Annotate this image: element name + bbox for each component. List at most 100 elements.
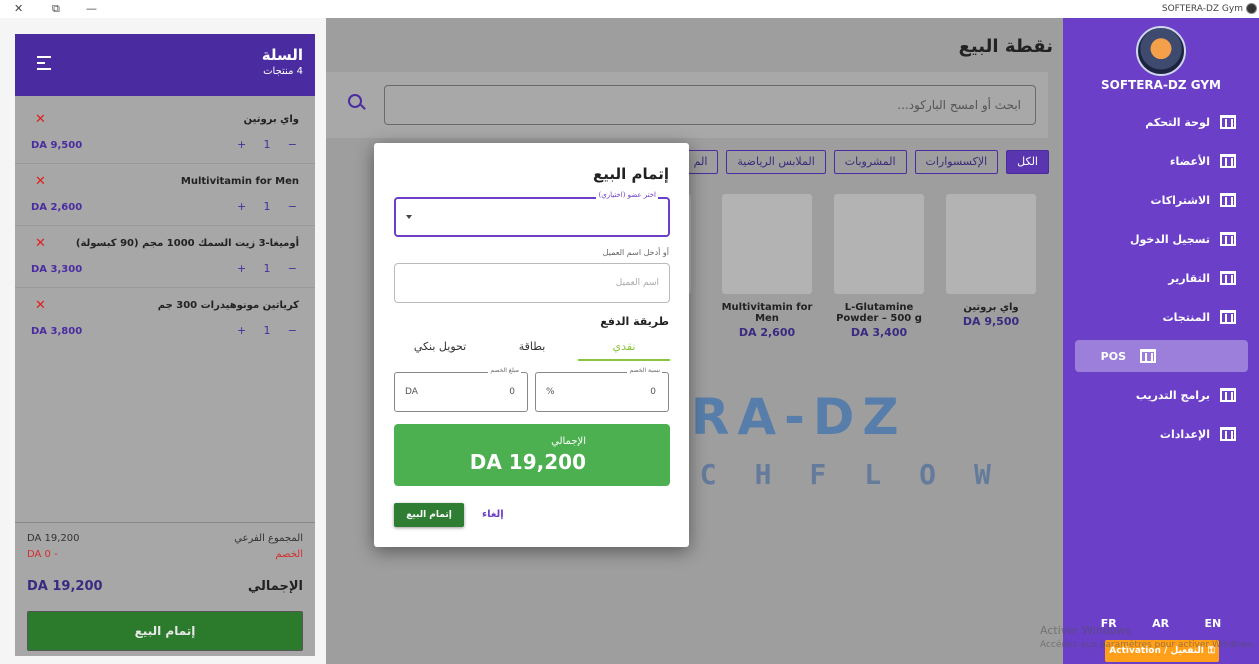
category-sportswear[interactable]: الملابس الرياضية <box>726 150 826 174</box>
cart-item: ✕ Multivitamin for Men DA 2,600 +1 − <box>15 164 315 226</box>
sidebar-item-check-in[interactable]: تسجيل الدخول <box>1075 223 1248 255</box>
quantity-value: 1 <box>263 138 271 151</box>
increase-icon[interactable]: + <box>237 138 246 151</box>
minimize-window-button[interactable]: — <box>86 2 97 15</box>
app-root: نقطة البيع ابحث أو امسح الباركود... الكل… <box>0 18 1259 664</box>
dashboard-icon <box>1220 115 1236 129</box>
cart-summary: المجموع الفرعي DA 19,200 الخصم - DA 0 ال… <box>15 522 315 656</box>
sidebar-item-label: تسجيل الدخول <box>1129 232 1210 246</box>
cart-panel: السلة 4 منتجات ✕ واي بروتين DA 9,500 +1 −… <box>15 34 315 656</box>
category-filters: الكل الإكسسوارات المشروبات الملابس الريا… <box>682 150 1049 174</box>
cart-item-price: DA 9,500 <box>31 140 83 151</box>
dialog-total-value: DA 19,200 <box>469 450 586 474</box>
product-name: واي بروتين <box>963 302 1019 313</box>
sidebar-item-reports[interactable]: التقارير <box>1075 262 1248 294</box>
product-card[interactable]: واي بروتين DA 9,500 <box>936 194 1046 328</box>
product-image <box>834 194 924 294</box>
discount-percent-label: نسبة الخصم <box>627 367 662 374</box>
sidebar-item-label: المنتجات <box>1162 310 1210 324</box>
member-select-label: اختر عضو (اختياري) <box>596 191 658 199</box>
customer-name-input[interactable]: اسم العميل <box>394 263 670 303</box>
product-price: DA 9,500 <box>962 315 1020 328</box>
remove-item-icon[interactable]: ✕ <box>35 174 46 189</box>
quantity-stepper: +1 − <box>237 200 297 213</box>
sidebar-item-label: الأعضاء <box>1169 154 1210 168</box>
quantity-value: 1 <box>263 262 271 275</box>
discount-row: الخصم - DA 0 <box>27 549 303 560</box>
member-select[interactable]: اختر عضو (اختياري) <box>394 191 670 237</box>
complete-sale-dialog: إتمام البيع اختر عضو (اختياري) أو أدخل ا… <box>374 143 689 547</box>
increase-icon[interactable]: + <box>237 262 246 275</box>
product-image <box>946 194 1036 294</box>
page-title: نقطة البيع <box>958 36 1053 57</box>
sidebar-item-pos[interactable]: POS <box>1075 340 1248 372</box>
products-icon <box>1220 310 1236 324</box>
category-drinks[interactable]: المشروبات <box>833 150 907 174</box>
confirm-sale-button[interactable]: إتمام البيع <box>394 503 464 527</box>
search-icon[interactable] <box>348 94 362 108</box>
cart-item-price: DA 3,800 <box>31 326 83 337</box>
decrease-icon[interactable]: − <box>288 324 297 337</box>
sidebar-item-training-programs[interactable]: برامج التدريب <box>1075 379 1248 411</box>
cart-item: ✕ أوميغا-3 زيت السمك 1000 مجم (90 كبسولة… <box>15 226 315 288</box>
cart-item-name: كرياتين مونوهيدرات 300 جم <box>157 300 299 311</box>
increase-icon[interactable]: + <box>237 200 246 213</box>
quantity-value: 1 <box>263 324 271 337</box>
window-title: SOFTERA-DZ Gym <box>1161 4 1243 14</box>
cart-item: ✕ كرياتين مونوهيدرات 300 جم DA 3,800 +1 − <box>15 288 315 350</box>
discount-label: الخصم <box>275 549 303 560</box>
customer-name-label: أو أدخل اسم العميل <box>602 248 669 257</box>
cart-item: ✕ واي بروتين DA 9,500 +1 − <box>15 102 315 164</box>
category-accessories[interactable]: الإكسسوارات <box>914 150 999 174</box>
payment-tab-cash[interactable]: نقدي <box>578 339 670 361</box>
windows-activation-text: Accédez aux paramètres pour activer Wind… <box>1040 640 1255 650</box>
cart-title: السلة <box>261 46 303 64</box>
cancel-button[interactable]: إلغاء <box>482 509 504 520</box>
clear-cart-icon[interactable] <box>37 56 51 70</box>
subscriptions-icon <box>1220 193 1236 207</box>
product-card[interactable]: Multivitamin for Men DA 2,600 <box>712 194 822 339</box>
product-price: DA 3,400 <box>850 326 908 339</box>
remove-item-icon[interactable]: ✕ <box>35 298 46 313</box>
discount-amount-field[interactable]: مبلغ الخصم 0 DA <box>394 367 528 412</box>
sidebar-item-label: برامج التدريب <box>1135 388 1210 402</box>
increase-icon[interactable]: + <box>237 324 246 337</box>
payment-tab-bank-transfer[interactable]: تحويل بنكي <box>394 339 486 361</box>
category-all[interactable]: الكل <box>1006 150 1049 174</box>
search-bar: ابحث أو امسح الباركود... <box>326 72 1048 138</box>
decrease-icon[interactable]: − <box>288 200 297 213</box>
discount-value: - DA 0 <box>27 549 58 560</box>
product-card[interactable]: L-Glutamine Powder – 500 g DA 3,400 <box>824 194 934 339</box>
remove-item-icon[interactable]: ✕ <box>35 112 46 127</box>
checkout-button[interactable]: إتمام البيع <box>27 611 303 651</box>
cart-count: 4 منتجات <box>263 66 303 77</box>
cart-item-price: DA 3,300 <box>31 264 83 275</box>
cart-item-name: Multivitamin for Men <box>180 176 299 187</box>
discount-percent-field[interactable]: نسبة الخصم 0 % <box>535 367 669 412</box>
sidebar-item-products[interactable]: المنتجات <box>1075 301 1248 333</box>
gym-logo <box>1136 26 1186 76</box>
dialog-total-label: الإجمالي <box>551 436 586 447</box>
sidebar-item-label: POS <box>1100 349 1126 363</box>
quantity-value: 1 <box>263 200 271 213</box>
sidebar-item-subscriptions[interactable]: الاشتراكات <box>1075 184 1248 216</box>
close-window-button[interactable]: ✕ <box>14 2 23 15</box>
sidebar-item-dashboard[interactable]: لوحة التحكم <box>1075 106 1248 138</box>
windows-activation-title: Activer Windows <box>1040 624 1132 637</box>
remove-item-icon[interactable]: ✕ <box>35 236 46 251</box>
sidebar-item-settings[interactable]: الإعدادات <box>1075 418 1248 450</box>
window-titlebar: ✕ ⧉ — SOFTERA-DZ Gym <box>0 0 1259 18</box>
app-icon <box>1246 3 1257 14</box>
sidebar-item-members[interactable]: الأعضاء <box>1075 145 1248 177</box>
decrease-icon[interactable]: − <box>288 262 297 275</box>
decrease-icon[interactable]: − <box>288 138 297 151</box>
cart-item-name: أوميغا-3 زيت السمك 1000 مجم (90 كبسولة) <box>75 238 299 249</box>
discount-amount-value: 0 <box>509 387 515 397</box>
restore-window-button[interactable]: ⧉ <box>52 2 60 16</box>
search-input[interactable]: ابحث أو امسح الباركود... <box>384 85 1036 125</box>
payment-tab-card[interactable]: بطاقة <box>486 339 578 361</box>
brand-name: SOFTERA-DZ GYM <box>1101 78 1221 92</box>
cart-header: السلة 4 منتجات <box>15 34 315 96</box>
cart-item-name: واي بروتين <box>243 114 299 125</box>
pos-icon <box>1140 349 1156 363</box>
